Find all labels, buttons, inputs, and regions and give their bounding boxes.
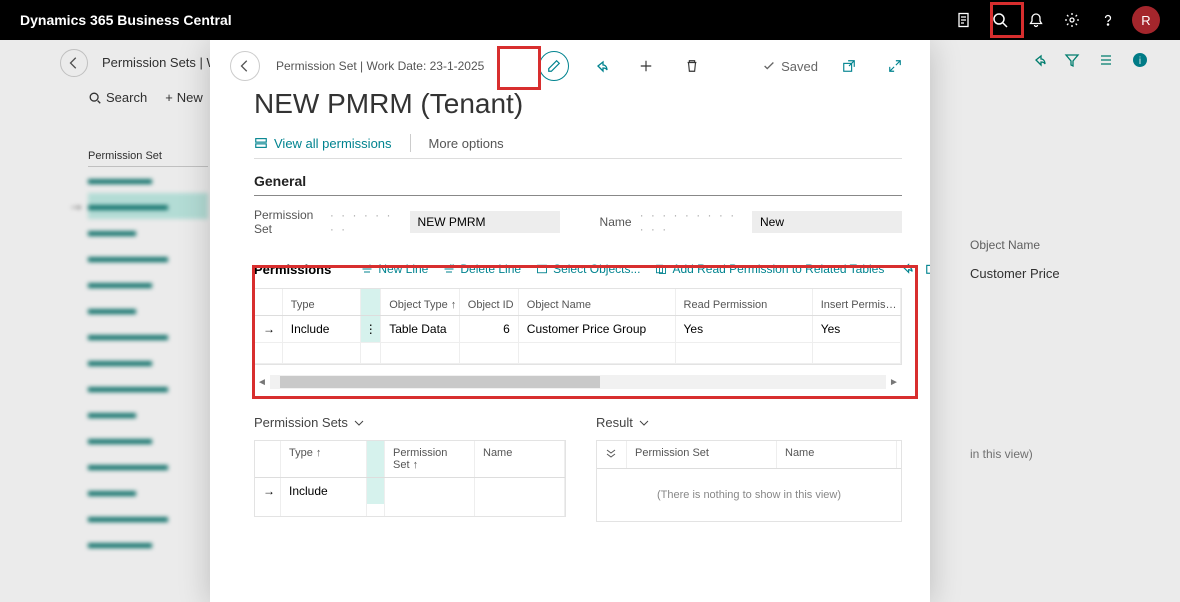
permission-sets-panel-title[interactable]: Permission Sets [254, 415, 566, 430]
table-row[interactable] [255, 504, 565, 516]
saved-indicator: Saved [762, 59, 818, 74]
name-label: Name [600, 215, 632, 229]
select-objects-button[interactable]: Select Objects... [536, 262, 640, 276]
col-object-type[interactable]: Object Type ↑ [381, 289, 460, 315]
doc-icon[interactable] [946, 2, 982, 38]
row-menu-icon[interactable]: ⋮ [361, 316, 381, 342]
help-icon[interactable] [1090, 2, 1126, 38]
col-object-id[interactable]: Object ID ↑ [460, 289, 519, 315]
delete-icon[interactable] [677, 51, 707, 81]
col-type[interactable]: Type [283, 289, 362, 315]
share-icon[interactable] [585, 51, 615, 81]
permissions-title: Permissions [254, 262, 331, 277]
col-insert[interactable]: Insert Permis… [813, 289, 901, 315]
new-icon[interactable] [631, 51, 661, 81]
permissions-grid: Type Object Type ↑ Object ID ↑ Object Na… [254, 288, 902, 365]
table-row[interactable] [255, 343, 901, 364]
col-object-name[interactable]: Object Name [519, 289, 676, 315]
name-value[interactable]: New [752, 211, 902, 233]
delete-line-button[interactable]: Delete Line [443, 262, 521, 276]
perm-set-value[interactable]: NEW PMRM [410, 211, 560, 233]
edit-button[interactable] [539, 51, 569, 81]
page-title: NEW PMRM (Tenant) [254, 92, 902, 120]
table-row[interactable]: → Include ⋮ Table Data 6 Customer Price … [255, 316, 901, 343]
permission-set-card: Permission Set | Work Date: 23-1-2025 Sa… [210, 40, 930, 602]
grid-share-icon[interactable] [899, 261, 913, 278]
table-row[interactable]: → Include [255, 478, 565, 504]
permission-sets-grid: Type ↑ Permission Set ↑ Name → Include [254, 440, 566, 517]
avatar[interactable]: R [1132, 6, 1160, 34]
add-read-perm-button[interactable]: Add Read Permission to Related Tables [655, 262, 884, 276]
horizontal-scrollbar[interactable]: ◄ ► [254, 375, 902, 389]
more-options[interactable]: More options [429, 136, 504, 151]
col-read[interactable]: Read Permission [676, 289, 813, 315]
search-icon[interactable] [982, 2, 1018, 38]
gear-icon[interactable] [1054, 2, 1090, 38]
result-empty: (There is nothing to show in this view) [597, 469, 901, 521]
general-section: General [254, 173, 902, 196]
breadcrumb: Permission Set | Work Date: 23-1-2025 [276, 59, 484, 73]
popout-icon[interactable] [834, 51, 864, 81]
top-bar: Dynamics 365 Business Central R [0, 0, 1180, 40]
expand-icon[interactable] [880, 51, 910, 81]
grid-popout-icon[interactable] [925, 261, 930, 278]
new-line-button[interactable]: New Line [361, 262, 428, 276]
result-grid: Permission Set Name (There is nothing to… [596, 440, 902, 522]
app-title: Dynamics 365 Business Central [20, 12, 946, 28]
back-button[interactable] [230, 51, 260, 81]
bell-icon[interactable] [1018, 2, 1054, 38]
row-selector-icon[interactable]: → [255, 316, 283, 342]
collapse-all-icon[interactable] [597, 441, 627, 468]
perm-set-label: Permission Set [254, 208, 322, 236]
result-panel-title[interactable]: Result [596, 415, 902, 430]
view-all-permissions[interactable]: View all permissions [254, 136, 392, 151]
